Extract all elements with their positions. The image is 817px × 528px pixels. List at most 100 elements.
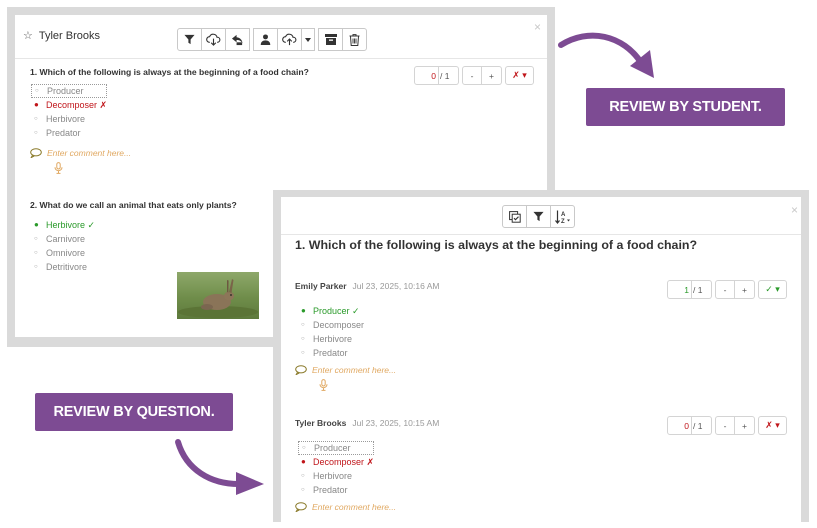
close-icon[interactable]: × [534, 21, 541, 33]
return-button[interactable] [225, 28, 250, 51]
comment-field[interactable]: Enter comment here... [295, 365, 396, 375]
review-by-question-callout: REVIEW BY QUESTION. [35, 393, 233, 431]
comment-field[interactable]: Enter comment here... [295, 502, 396, 512]
assign-student-button[interactable] [253, 28, 278, 51]
person-icon [260, 34, 271, 45]
trash-icon [349, 33, 360, 46]
header-divider [15, 58, 547, 59]
radio-icon: ○ [34, 264, 38, 270]
option-decomposer-selected: ● Decomposer ✗ [34, 100, 108, 110]
mark-dropdown[interactable]: ✗ ▾ [505, 66, 534, 85]
upload-button[interactable] [277, 28, 302, 51]
delete-button[interactable] [342, 28, 367, 51]
caret-down-icon [305, 37, 311, 42]
response-header: Tyler Brooks Jul 23, 2025, 10:15 AM [295, 418, 439, 428]
decrement-score-button[interactable]: - [715, 280, 735, 299]
student-toolbar [177, 28, 367, 51]
question-title: 1. Which of the following is always at t… [30, 67, 309, 77]
answer-options: ● Herbivore ✓ ○ Carnivore ○ Omnivore ○ Detri… [34, 218, 95, 274]
radio-icon: ○ [301, 487, 305, 493]
radio-icon: ○ [34, 236, 38, 242]
option-herbivore: ○ Herbivore [301, 334, 353, 344]
option-predator: ○ Predator [301, 348, 348, 358]
option-decomposer: ○ Decomposer [301, 320, 365, 330]
option-carnivore: ○ Carnivore [34, 234, 86, 244]
radio-selected-icon: ● [301, 306, 306, 315]
star-icon[interactable]: ☆ [23, 29, 33, 42]
answer-options: ● Producer ✓ ○ Decomposer ○ Herbivore ○ Pred… [301, 304, 364, 360]
option-herbivore: ○ Herbivore [301, 471, 353, 481]
mark-dropdown[interactable]: ✗ ▾ [758, 416, 787, 435]
question-review-panel: × AZ 1. Which of the following is always… [281, 197, 801, 522]
download-button[interactable] [201, 28, 226, 51]
upload-options-dropdown[interactable] [301, 28, 315, 51]
radio-icon: ○ [302, 445, 306, 451]
increment-score-button[interactable]: + [735, 416, 755, 435]
microphone-icon[interactable] [54, 162, 63, 174]
score-input[interactable]: 0 [667, 416, 692, 435]
grading-controls: 1 / 1 - + ✓ ▾ [667, 280, 787, 299]
option-decomposer-selected: ● Decomposer ✗ [301, 457, 375, 467]
comment-placeholder: Enter comment here... [312, 502, 397, 512]
radio-icon: ○ [301, 473, 305, 479]
decrement-score-button[interactable]: - [715, 416, 735, 435]
filter-button[interactable] [526, 205, 551, 228]
radio-icon: ○ [34, 116, 38, 122]
radio-selected-icon: ● [301, 457, 306, 466]
cloud-upload-icon [282, 33, 297, 46]
radio-icon: ○ [35, 88, 39, 94]
speech-bubble-icon [295, 502, 307, 512]
increment-score-button[interactable]: + [735, 280, 755, 299]
curved-arrow-icon [558, 32, 654, 78]
question-title: 2. What do we call an animal that eats o… [30, 200, 237, 210]
radio-selected-icon: ● [34, 220, 39, 229]
question-title: 1. Which of the following is always at t… [295, 238, 698, 252]
comment-field[interactable]: Enter comment here... [30, 148, 131, 158]
cloud-download-icon [206, 33, 221, 46]
filter-button[interactable] [177, 28, 202, 51]
curved-arrow-icon [175, 439, 264, 495]
filter-icon [184, 34, 195, 45]
option-detritivore: ○ Detritivore [34, 262, 88, 272]
option-omnivore: ○ Omnivore [34, 248, 86, 258]
submission-date: Jul 23, 2025, 10:15 AM [352, 418, 440, 428]
speech-bubble-icon [30, 148, 42, 158]
max-score: / 1 [439, 66, 459, 85]
student-name: Emily Parker [295, 281, 347, 291]
archive-icon [324, 34, 337, 45]
comment-placeholder: Enter comment here... [312, 365, 397, 375]
student-header: ☆ Tyler Brooks [23, 29, 101, 43]
score-input[interactable]: 1 [667, 280, 692, 299]
mark-dropdown[interactable]: ✓ ▾ [758, 280, 787, 299]
close-icon[interactable]: × [791, 204, 798, 216]
radio-icon: ○ [301, 350, 305, 356]
hare-photo [177, 272, 259, 319]
option-herbivore: ○ Herbivore [34, 114, 86, 124]
answer-options: ○ Producer ● Decomposer ✗ ○ Herbivore ○ Pred… [298, 441, 375, 497]
score-input[interactable]: 0 [414, 66, 439, 85]
student-name: Tyler Brooks [295, 418, 347, 428]
radio-icon: ○ [34, 250, 38, 256]
checklist-icon [508, 210, 521, 223]
option-producer: ○ Producer [298, 441, 375, 455]
response-header: Emily Parker Jul 23, 2025, 10:16 AM [295, 281, 439, 291]
comment-placeholder: Enter comment here... [47, 148, 132, 158]
review-by-student-callout: REVIEW BY STUDENT. [586, 88, 785, 126]
sort-az-icon: AZ [554, 210, 570, 224]
select-all-button[interactable] [502, 205, 527, 228]
max-score: / 1 [692, 416, 712, 435]
radio-icon: ○ [301, 336, 305, 342]
increment-score-button[interactable]: + [482, 66, 502, 85]
student-name: Tyler Brooks [38, 29, 101, 42]
grading-controls: 0 / 1 - + ✗ ▾ [667, 416, 787, 435]
sort-button[interactable]: AZ [550, 205, 575, 228]
option-predator: ○ Predator [34, 128, 81, 138]
archive-button[interactable] [318, 28, 343, 51]
microphone-icon[interactable] [319, 379, 328, 391]
max-score: / 1 [692, 280, 712, 299]
radio-icon: ○ [301, 322, 305, 328]
filter-icon [533, 211, 544, 222]
question-toolbar: AZ [502, 205, 575, 228]
decrement-score-button[interactable]: - [462, 66, 482, 85]
speech-bubble-icon [295, 365, 307, 375]
